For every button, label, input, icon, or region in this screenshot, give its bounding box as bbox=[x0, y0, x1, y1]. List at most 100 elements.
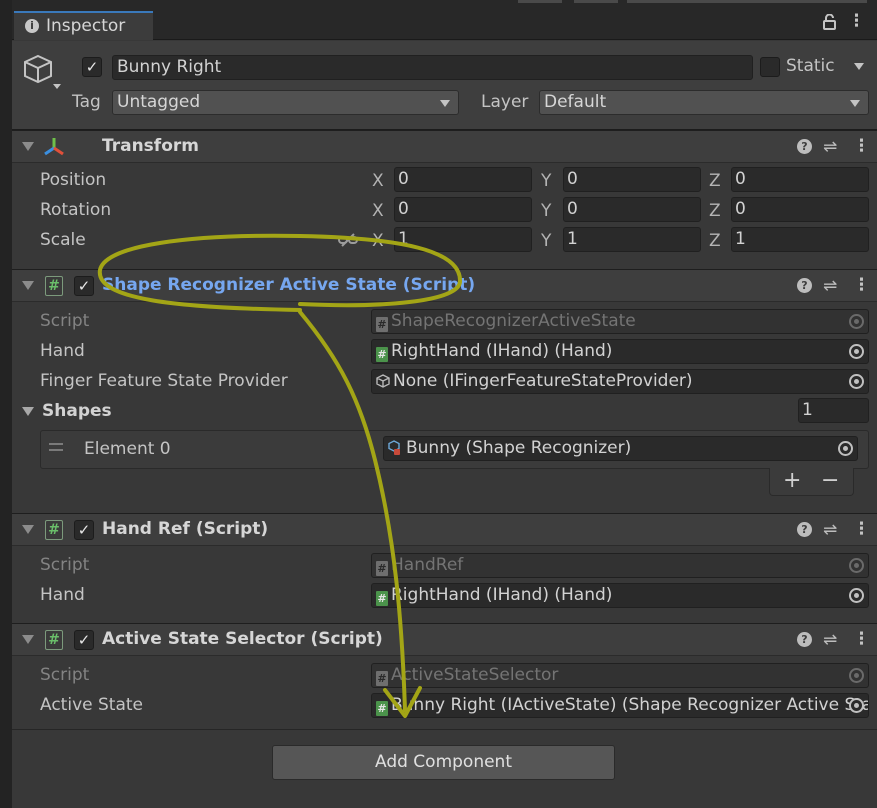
component-tools: ? ⇌ ⋮ bbox=[797, 136, 870, 158]
presets-icon[interactable]: ⇌ bbox=[823, 630, 837, 650]
static-checkbox[interactable]: ✓ bbox=[760, 57, 780, 77]
position-y-field[interactable]: 0 bbox=[563, 167, 701, 192]
finger-provider-field[interactable]: None (IFingerFeatureStateProvider) bbox=[371, 369, 869, 394]
axis-y-label[interactable]: Y bbox=[541, 171, 551, 191]
gameobject-cube-icon[interactable] bbox=[22, 54, 64, 94]
script-field: # ShapeRecognizerActiveState bbox=[371, 309, 869, 334]
hand-label: Hand bbox=[40, 585, 85, 605]
axis-x-label[interactable]: X bbox=[372, 231, 384, 251]
rotation-y-field[interactable]: 0 bbox=[563, 197, 701, 222]
tag-dropdown[interactable]: Untagged bbox=[112, 90, 459, 115]
axis-x-label[interactable]: X bbox=[372, 201, 384, 221]
presets-icon[interactable]: ⇌ bbox=[823, 137, 837, 157]
tab-label: Inspector bbox=[46, 16, 126, 36]
help-icon[interactable]: ? bbox=[797, 522, 812, 537]
remove-element-button[interactable]: − bbox=[821, 468, 839, 493]
hand-label: Hand bbox=[40, 341, 85, 361]
object-picker-icon[interactable] bbox=[849, 344, 864, 359]
hand-ref-title: Hand Ref (Script) bbox=[102, 519, 269, 539]
rotation-z-field[interactable]: 0 bbox=[731, 197, 869, 222]
transform-header[interactable]: Transform ? ⇌ ⋮ bbox=[12, 130, 877, 163]
script-field: # HandRef bbox=[371, 553, 869, 578]
element-0-field[interactable]: Bunny (Shape Recognizer) bbox=[383, 436, 858, 461]
toolbar-field-stub[interactable] bbox=[627, 0, 867, 3]
component-enabled-checkbox[interactable]: ✓ bbox=[74, 520, 94, 540]
script-label: Script bbox=[40, 665, 90, 685]
axis-y-label[interactable]: Y bbox=[541, 201, 551, 221]
hand-field[interactable]: # RightHand (IHand) (Hand) bbox=[371, 583, 869, 608]
foldout-arrow-icon[interactable] bbox=[22, 525, 34, 534]
foldout-arrow-icon[interactable] bbox=[22, 635, 34, 644]
object-picker-icon[interactable] bbox=[849, 588, 864, 603]
toolbar-button-stub[interactable] bbox=[518, 0, 562, 3]
static-label: Static bbox=[786, 56, 835, 76]
shapes-label[interactable]: Shapes bbox=[42, 401, 112, 421]
active-state-selector-header[interactable]: # ✓ Active State Selector (Script) ? ⇌ ⋮ bbox=[12, 623, 877, 656]
kebab-menu-icon[interactable]: ⋮ bbox=[853, 275, 870, 295]
static-dropdown-icon[interactable] bbox=[854, 63, 864, 70]
component-enabled-checkbox[interactable]: ✓ bbox=[74, 276, 94, 296]
shapes-count-field[interactable]: 1 bbox=[798, 398, 869, 423]
script-mini-icon: # bbox=[376, 591, 388, 606]
help-icon[interactable]: ? bbox=[797, 632, 812, 647]
object-picker-icon[interactable] bbox=[849, 374, 864, 389]
foldout-arrow-icon[interactable] bbox=[22, 281, 34, 290]
position-x-field[interactable]: 0 bbox=[394, 167, 532, 192]
lock-icon[interactable] bbox=[823, 13, 836, 30]
element-0-label: Element 0 bbox=[84, 439, 171, 459]
script-mini-icon: # bbox=[376, 317, 388, 332]
shape-recognizer-header[interactable]: # ✓ Shape Recognizer Active State (Scrip… bbox=[12, 269, 877, 302]
foldout-arrow-icon[interactable] bbox=[22, 142, 34, 151]
kebab-menu-icon[interactable]: ⋮ bbox=[853, 629, 870, 649]
position-z-field[interactable]: 0 bbox=[731, 167, 869, 192]
script-value: ShapeRecognizerActiveState bbox=[391, 311, 636, 331]
axis-z-label[interactable]: Z bbox=[709, 201, 721, 221]
scale-x-field[interactable]: 1 bbox=[394, 227, 532, 252]
info-icon: i bbox=[25, 19, 39, 33]
constrain-proportions-icon[interactable] bbox=[338, 232, 358, 248]
toolbar-button-stub[interactable] bbox=[574, 0, 618, 3]
help-icon[interactable]: ? bbox=[797, 278, 812, 293]
script-value: ActiveStateSelector bbox=[391, 665, 559, 685]
layer-label: Layer bbox=[481, 92, 529, 112]
hand-value: RightHand (IHand) (Hand) bbox=[391, 341, 613, 361]
kebab-menu-icon[interactable]: ⋮ bbox=[853, 519, 870, 539]
tag-value: Untagged bbox=[117, 92, 201, 112]
object-picker-icon[interactable] bbox=[838, 441, 853, 456]
script-icon: # bbox=[45, 520, 63, 540]
component-enabled-checkbox[interactable]: ✓ bbox=[74, 630, 94, 650]
scale-y-field[interactable]: 1 bbox=[563, 227, 701, 252]
kebab-menu-icon[interactable]: ⋮ bbox=[848, 11, 865, 31]
axis-z-label[interactable]: Z bbox=[709, 171, 721, 191]
active-state-label: Active State bbox=[40, 695, 143, 715]
axis-y-label[interactable]: Y bbox=[541, 231, 551, 251]
kebab-menu-icon[interactable]: ⋮ bbox=[853, 136, 870, 156]
script-label: Script bbox=[40, 311, 90, 331]
presets-icon[interactable]: ⇌ bbox=[823, 520, 837, 540]
object-picker-icon[interactable] bbox=[849, 698, 864, 713]
hand-field[interactable]: # RightHand (IHand) (Hand) bbox=[371, 339, 869, 364]
gameobject-active-checkbox[interactable]: ✓ bbox=[82, 57, 102, 77]
tab-inspector[interactable]: i Inspector bbox=[14, 11, 153, 40]
layer-dropdown[interactable]: Default bbox=[539, 90, 869, 115]
drag-handle-icon[interactable] bbox=[49, 443, 63, 451]
gameobject-name-input[interactable]: Bunny Right bbox=[112, 55, 753, 80]
hand-value: RightHand (IHand) (Hand) bbox=[391, 585, 613, 605]
active-state-field[interactable]: # Bunny Right (IActiveState) (Shape Recog… bbox=[371, 693, 869, 718]
add-component-button[interactable]: Add Component bbox=[272, 745, 615, 780]
finger-provider-value: None (IFingerFeatureStateProvider) bbox=[393, 371, 693, 391]
component-tools: ? ⇌ ⋮ bbox=[797, 275, 870, 297]
script-icon: # bbox=[45, 630, 63, 650]
script-field: # ActiveStateSelector bbox=[371, 663, 869, 688]
axis-z-label[interactable]: Z bbox=[709, 231, 721, 251]
scale-z-field[interactable]: 1 bbox=[731, 227, 869, 252]
add-element-button[interactable]: + bbox=[783, 468, 801, 493]
presets-icon[interactable]: ⇌ bbox=[823, 276, 837, 296]
shapes-foldout-icon[interactable] bbox=[22, 407, 34, 416]
rotation-x-field[interactable]: 0 bbox=[394, 197, 532, 222]
tag-label: Tag bbox=[72, 92, 101, 112]
object-picker-icon bbox=[849, 558, 864, 573]
help-icon[interactable]: ? bbox=[797, 139, 812, 154]
hand-ref-header[interactable]: # ✓ Hand Ref (Script) ? ⇌ ⋮ bbox=[12, 513, 877, 546]
axis-x-label[interactable]: X bbox=[372, 171, 384, 191]
